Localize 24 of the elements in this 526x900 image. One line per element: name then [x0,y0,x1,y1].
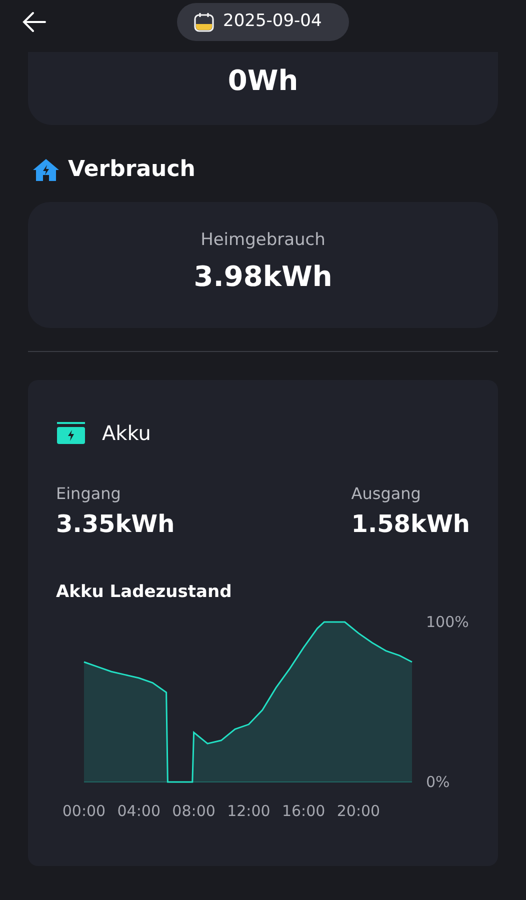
x-tick-label: 16:00 [282,802,326,820]
battery-icon [56,421,86,445]
stat-label: Ausgang [351,483,422,505]
x-tick-label: 20:00 [336,802,380,820]
x-tick-label: 12:00 [227,802,270,820]
stat-value: 1.58kWh [351,509,470,540]
battery-title: Akku [102,420,151,447]
back-arrow-icon[interactable] [22,11,46,33]
consumption-label: Heimgebrauch [200,229,326,252]
stat-label: Eingang [56,483,122,505]
energy-value: 0Wh [228,63,298,99]
consumption-value: 3.98kWh [194,258,332,294]
x-tick-label: 08:00 [172,802,216,820]
x-tick-label: 00:00 [62,802,106,820]
y-tick-label: 100% [426,612,468,630]
house-icon [32,158,60,182]
y-tick-label: 0% [426,772,450,790]
x-tick-label: 04:00 [117,802,161,820]
date-pill[interactable]: 2025-09-04 [177,3,349,41]
section-title: Verbrauch [68,156,196,184]
date-text: 2025-09-04 [223,10,322,34]
calendar-icon [193,11,215,33]
stat-value: 3.35kWh [56,509,175,540]
chart-title: Akku Ladezustand [56,581,233,604]
